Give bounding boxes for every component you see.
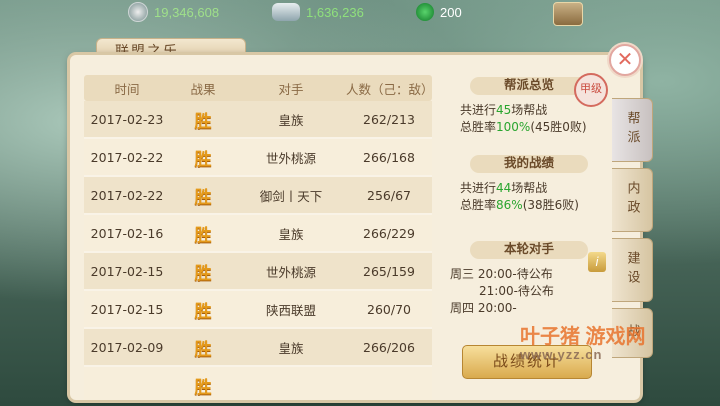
row-result: 胜 [194,301,212,322]
watermark-url: www.yzz.cn [520,347,603,362]
row-date: 2017-02-15 [90,301,164,317]
tab-build[interactable]: 建设 [612,238,653,302]
overview-rate-post: (45胜0败) [530,120,587,134]
row-date: 2017-02-22 [90,149,164,165]
mine-post: 场帮战 [511,181,548,195]
war-record-table[interactable]: 时间 战果 对手 人数（己：敌） 2017-02-23 胜皇族 262/213 20… [84,75,432,400]
table-row: 2017-02-09 胜 皇族 266/206 [84,329,432,367]
row-opponent: 御剑丨天下 [259,188,323,204]
guild-rank-seal: 甲级 [574,73,608,107]
row-count: 266/229 [363,225,415,241]
table-row: 2017-02-16 胜 皇族 266/229 [84,215,432,253]
tab-guild[interactable]: 帮派 [612,98,653,162]
header-date: 时间 [114,81,140,97]
mine-count: 44 [496,181,512,195]
row-result: 胜 [194,339,212,360]
row-count: 265/159 [363,263,415,279]
row-result: 胜 [194,187,212,208]
row-opponent: 陕西联盟 [265,302,316,318]
jade-counter[interactable]: 200 [416,0,462,24]
overview-post: 场帮战 [511,103,548,117]
mine-rate: 86% [496,198,523,212]
table-row: 胜 [84,367,432,400]
row-count: 266/168 [363,149,415,165]
silver-coin-icon [128,2,148,22]
watermark-name: 叶子猪 游戏网 [520,326,646,348]
row-opponent: 皇族 [278,226,304,242]
row-date: 2017-02-22 [90,187,164,203]
mine-heading: 我的战绩 [444,152,614,174]
header-opponent: 对手 [278,81,304,97]
header-result: 战果 [190,81,216,97]
row-date: 2017-02-16 [90,225,164,241]
row-result: 胜 [194,149,212,170]
row-result: 胜 [194,263,212,284]
overview-pre: 共进行 [460,103,497,117]
table-rows: 2017-02-23 胜皇族 262/213 2017-02-22 胜世外桃源 266/… [84,101,432,400]
table-row: 2017-02-23 胜 皇族 262/213 [84,101,432,139]
overview-count: 45 [496,103,512,117]
row-result: 胜 [194,225,212,246]
mine-rate-pre: 总胜率 [460,198,497,212]
round-line: 21:00-待公布 [479,284,554,298]
row-opponent: 皇族 [278,112,304,128]
silver-counter: 19,346,608 [128,0,219,24]
round-title: 本轮对手 [503,241,554,256]
header-count: 人数（己：敌） [346,81,432,97]
gold-value: 1,636,236 [306,4,364,20]
row-opponent: 皇族 [278,340,304,356]
jade-value: 200 [440,4,462,20]
row-date: 2017-02-09 [90,339,164,355]
overview-winrate: 总胜率100%(45胜0败) [444,119,614,136]
jade-plus-icon[interactable] [416,3,434,21]
row-count: 266/206 [363,339,415,355]
table-row: 2017-02-22 胜 御剑丨天下 256/67 [84,177,432,215]
mine-title: 我的战绩 [503,155,554,170]
mine-winrate: 总胜率86%(38胜6败) [444,197,614,214]
mine-total: 共进行44场帮战 [444,180,614,197]
row-date: 2017-02-15 [90,263,164,279]
mine-pre: 共进行 [460,181,497,195]
table-row: 2017-02-15 胜 世外桃源 265/159 [84,253,432,291]
mine-rate-post: (38胜6败) [522,198,579,212]
table-header: 时间 战果 对手 人数（己：敌） [84,75,432,101]
table-row: 2017-02-15 胜 陕西联盟 260/70 [84,291,432,329]
row-count: 260/70 [367,301,411,317]
tab-affairs[interactable]: 内政 [612,168,653,232]
row-count: 262/213 [363,111,415,127]
info-icon[interactable]: i [588,252,606,272]
row-opponent: 世外桃源 [265,150,316,166]
table-row: 2017-02-22 胜 世外桃源 266/168 [84,139,432,177]
row-result: 胜 [194,377,212,398]
round-line: 周四 20:00- [450,301,517,315]
overview-rate: 100% [496,120,531,134]
gold-counter: 1,636,236 [272,0,364,24]
silver-value: 19,346,608 [154,4,220,20]
overview-title: 帮派总览 [503,77,554,92]
row-date: 2017-02-23 [90,111,164,127]
row-opponent: 世外桃源 [265,264,316,280]
ingot-icon [272,3,300,21]
shop-icon[interactable] [553,2,583,26]
row-count: 256/67 [367,187,411,203]
site-watermark: 叶子猪 游戏网 www.yzz.cn [520,320,700,362]
overview-rate-pre: 总胜率 [460,120,497,134]
row-result: 胜 [194,111,212,132]
